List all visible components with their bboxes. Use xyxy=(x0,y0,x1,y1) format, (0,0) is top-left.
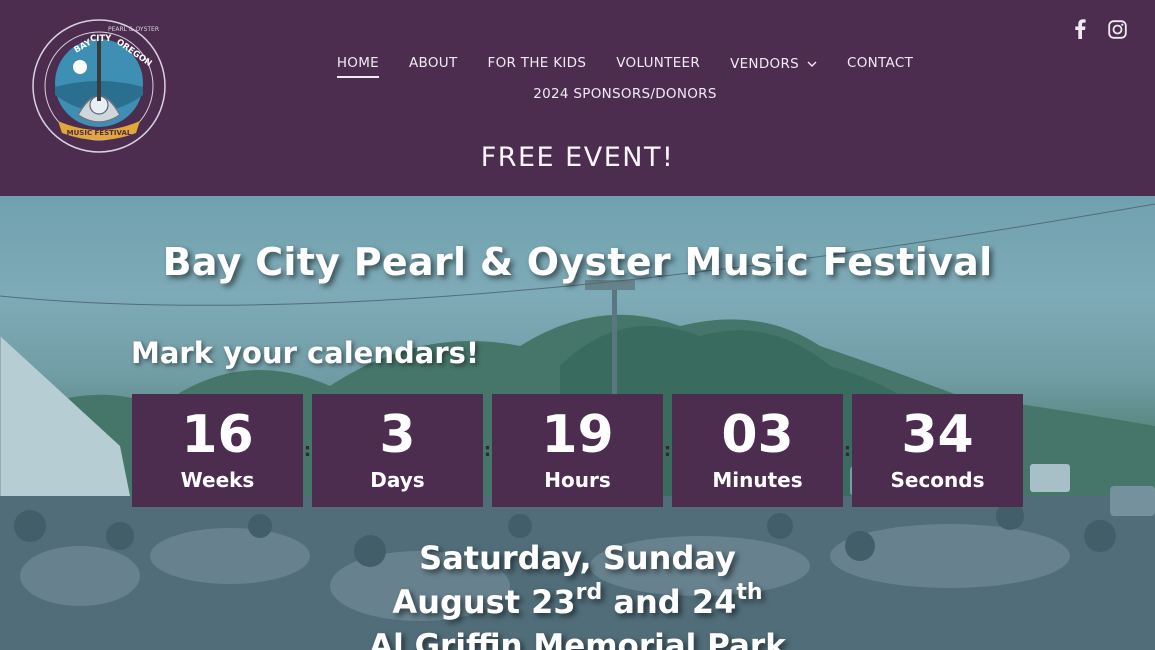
countdown-minutes: 03 Minutes xyxy=(672,394,843,507)
countdown-separator: : xyxy=(663,440,672,461)
event-dates: Saturday, Sunday August 23rd and 24th Al… xyxy=(0,536,1155,650)
nav-volunteer[interactable]: VOLUNTEER xyxy=(616,52,700,76)
countdown-hours: 19 Hours xyxy=(492,394,663,507)
free-event-banner: FREE EVENT! xyxy=(480,142,675,173)
countdown-separator: : xyxy=(843,440,852,461)
event-location: Al Griffin Memorial Park xyxy=(369,628,786,650)
svg-text:PEARL & OYSTER: PEARL & OYSTER xyxy=(108,26,159,33)
nav-for-the-kids[interactable]: FOR THE KIDS xyxy=(488,52,587,76)
social-links xyxy=(1070,18,1127,40)
date-start: August 23 xyxy=(392,583,576,621)
nav-vendors-label: VENDORS xyxy=(730,56,799,72)
nav-for-the-kids-label: FOR THE KIDS xyxy=(487,55,587,71)
countdown-minutes-label: Minutes xyxy=(712,468,803,492)
countdown-seconds: 34 Seconds xyxy=(852,394,1023,507)
nav-home-label: HOME xyxy=(336,55,380,71)
nav-contact[interactable]: CONTACT xyxy=(847,52,913,76)
nav-about-label: ABOUT xyxy=(409,55,458,71)
festival-logo[interactable]: MUSIC FESTIVAL BAY CITY OREGON PEARL & O… xyxy=(30,17,168,155)
countdown-separator: : xyxy=(483,440,492,461)
nav-sponsors-donors[interactable]: 2024 SPONSORS/DONORS xyxy=(533,86,716,102)
countdown-seconds-value: 34 xyxy=(901,405,974,465)
countdown-separator: : xyxy=(303,440,312,461)
site-header: MUSIC FESTIVAL BAY CITY OREGON PEARL & O… xyxy=(0,0,1155,196)
countdown-hours-label: Hours xyxy=(544,468,611,492)
date-end: and 24 xyxy=(602,583,737,621)
countdown-days-value: 3 xyxy=(379,405,416,465)
countdown-weeks: 16 Weeks xyxy=(132,394,303,507)
svg-text:CITY: CITY xyxy=(90,34,112,44)
instagram-icon[interactable] xyxy=(1107,18,1127,40)
hero-section: Bay City Pearl & Oyster Music Festival M… xyxy=(0,196,1155,650)
countdown-days: 3 Days xyxy=(312,394,483,507)
event-date-range: August 23rd and 24th xyxy=(0,580,1155,624)
countdown-weeks-label: Weeks xyxy=(180,468,255,492)
date-start-suffix: rd xyxy=(575,580,603,605)
countdown-minutes-value: 03 xyxy=(721,405,794,465)
nav-contact-label: CONTACT xyxy=(847,55,914,71)
nav-row-2: 2024 SPONSORS/DONORS xyxy=(300,83,950,105)
countdown-seconds-label: Seconds xyxy=(890,468,985,492)
nav-home[interactable]: HOME xyxy=(336,52,380,78)
nav-about[interactable]: ABOUT xyxy=(409,52,458,76)
event-days: Saturday, Sunday xyxy=(419,539,736,577)
nav-volunteer-label: VOLUNTEER xyxy=(616,55,701,71)
countdown-timer: 16 Weeks : 3 Days : 19 Hours : 03 Minute… xyxy=(132,394,1023,507)
hero-title: Bay City Pearl & Oyster Music Festival xyxy=(162,240,993,284)
facebook-icon[interactable] xyxy=(1070,18,1090,40)
countdown-days-label: Days xyxy=(370,468,425,492)
countdown-weeks-value: 16 xyxy=(181,405,254,465)
date-end-suffix: th xyxy=(736,580,763,605)
mark-calendars-heading: Mark your calendars! xyxy=(131,336,480,370)
countdown-hours-value: 19 xyxy=(541,405,614,465)
nav-vendors[interactable]: VENDORS xyxy=(730,52,817,76)
chevron-down-icon xyxy=(807,52,817,74)
svg-text:MUSIC FESTIVAL: MUSIC FESTIVAL xyxy=(67,129,132,137)
main-nav: HOME ABOUT FOR THE KIDS VOLUNTEER VENDOR… xyxy=(300,52,950,78)
